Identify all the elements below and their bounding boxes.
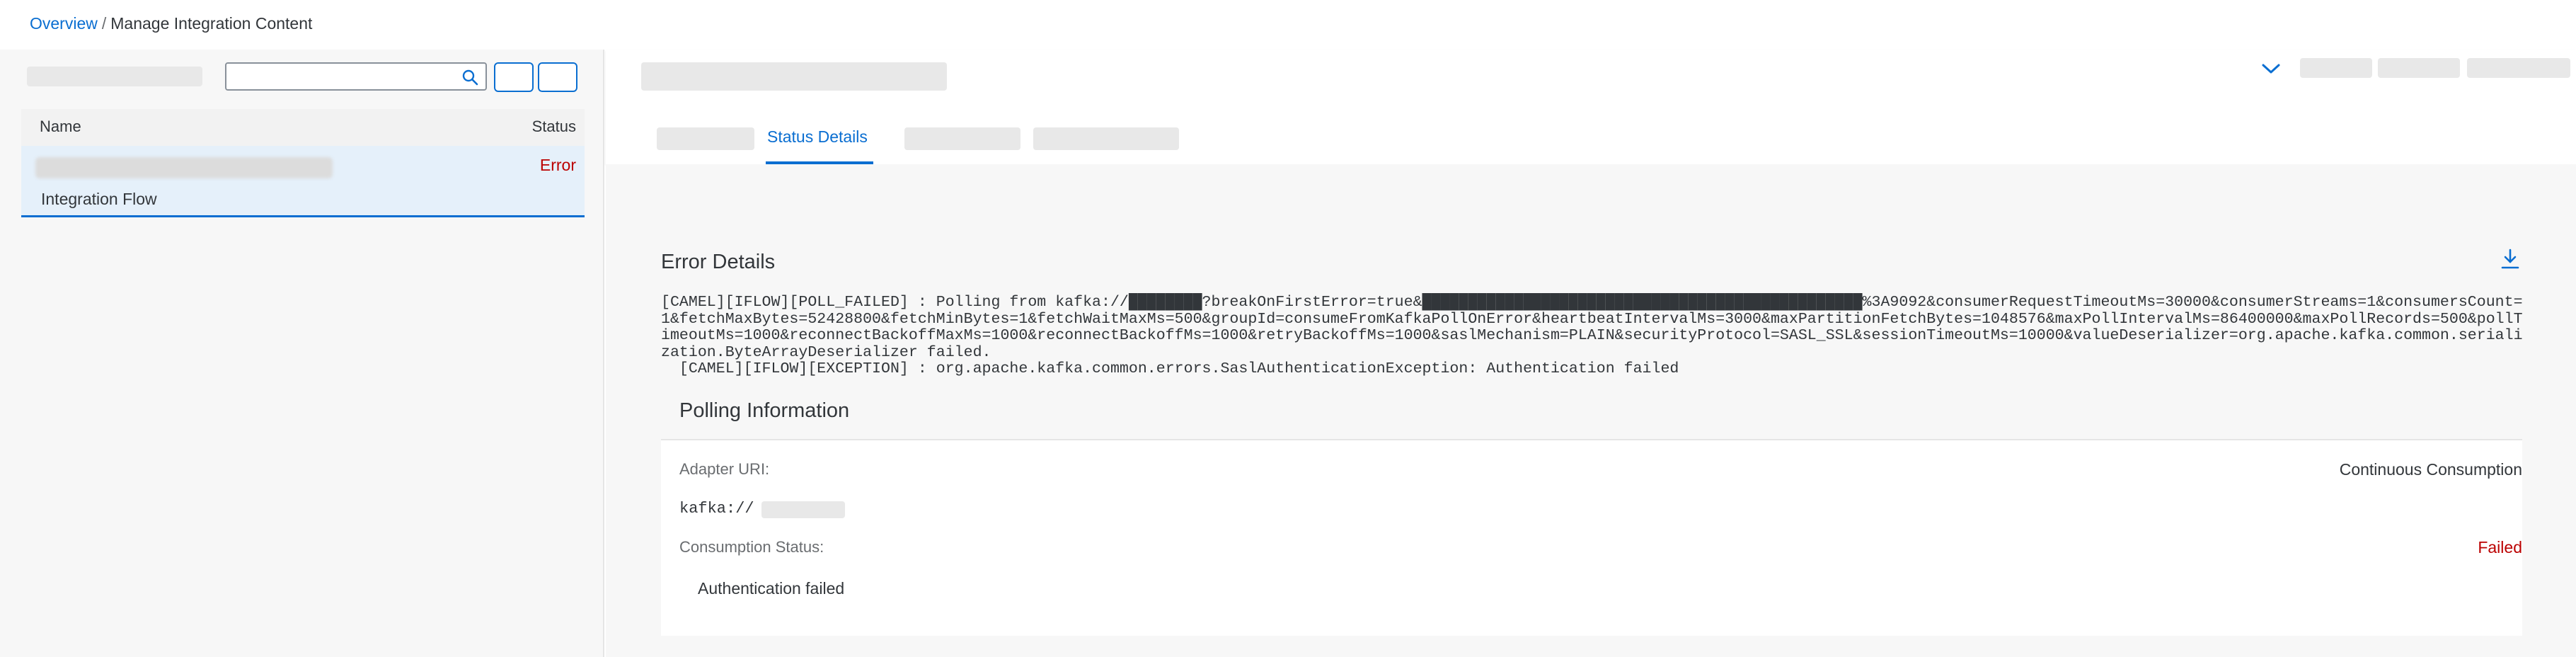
- error-details-title: Error Details: [661, 251, 776, 273]
- consumption-status-value: Failed: [2478, 538, 2522, 556]
- tab-3-redacted[interactable]: [904, 127, 1020, 150]
- list-header: Name Status: [21, 109, 585, 147]
- list-title-redacted: [27, 67, 202, 86]
- header-action-1[interactable]: [2300, 58, 2372, 78]
- breadcrumb: Overview / Manage Integration Content: [30, 14, 312, 33]
- search-field[interactable]: [225, 62, 487, 91]
- artifact-title-redacted: [641, 62, 947, 91]
- list-item[interactable]: Error Integration Flow: [21, 146, 585, 217]
- polling-information-title: Polling Information: [679, 399, 850, 422]
- download-icon[interactable]: [2500, 248, 2521, 270]
- chevron-down-icon[interactable]: [2260, 61, 2282, 76]
- row-status-badge: Error: [539, 156, 576, 174]
- adapter-uri-host-redacted: [761, 501, 845, 518]
- header-action-3[interactable]: [2467, 58, 2570, 78]
- tab-1-redacted[interactable]: [657, 127, 754, 150]
- adapter-uri-label: Adapter URI:: [679, 460, 770, 478]
- breadcrumb-current: Manage Integration Content: [110, 14, 313, 33]
- toolbar-button-2[interactable]: [538, 62, 577, 92]
- toolbar-button-1[interactable]: [494, 62, 534, 92]
- breadcrumb-overview-link[interactable]: Overview: [30, 14, 98, 33]
- adapter-uri-value: kafka://: [679, 500, 754, 518]
- search-icon[interactable]: [461, 69, 478, 86]
- search-input[interactable]: [234, 67, 449, 88]
- column-header-name[interactable]: Name: [40, 118, 81, 136]
- consumption-status-label: Consumption Status:: [679, 538, 824, 556]
- artifact-name-redacted: [35, 157, 333, 178]
- consumption-status-message: Authentication failed: [698, 579, 845, 598]
- breadcrumb-separator: /: [101, 14, 107, 33]
- tab-4-redacted[interactable]: [1033, 127, 1179, 150]
- header-action-2[interactable]: [2378, 58, 2460, 78]
- column-header-status[interactable]: Status: [532, 118, 576, 136]
- error-details-text: [CAMEL][IFLOW][POLL_FAILED] : Polling fr…: [661, 294, 2523, 377]
- consumption-mode-value: Continuous Consumption: [2339, 460, 2522, 479]
- tab-status-details[interactable]: Status Details: [767, 127, 868, 147]
- row-artifact-type: Integration Flow: [41, 190, 157, 208]
- polling-information-card: Adapter URI: Continuous Consumption kafk…: [661, 439, 2522, 636]
